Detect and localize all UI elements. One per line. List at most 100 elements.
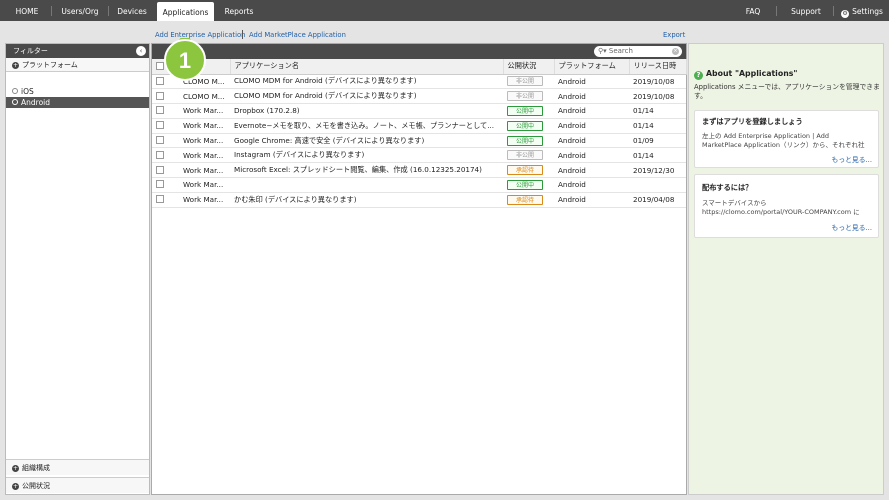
app-name-cell: Instagram (デバイスにより異なります)	[230, 147, 503, 164]
org-structure-label: 組織構成	[22, 464, 50, 472]
search-input[interactable]: ⚲▾ Search ×	[594, 46, 682, 57]
platform-item-ios[interactable]: iOS	[6, 86, 149, 97]
nav-reports[interactable]: Reports	[219, 0, 259, 21]
expand-icon: +	[12, 62, 19, 69]
platform-cell: Android	[554, 118, 629, 134]
row-checkbox[interactable]	[156, 121, 164, 130]
export-link[interactable]: Export	[663, 31, 685, 39]
add-marketplace-application-link[interactable]: Add MarketPlace Application	[249, 31, 346, 39]
platform-cell: Android	[554, 88, 629, 105]
platform-item-android[interactable]: Android	[6, 97, 149, 108]
card-text: https://clomo.com/portal/YOUR-COMPANY.co…	[702, 208, 860, 216]
status-badge: 公開中	[507, 179, 543, 190]
status-cell: 公開中	[503, 177, 554, 193]
info-panel: ? About "Applications" Applications メニューで…	[688, 43, 884, 495]
callout-number: 1	[179, 48, 191, 73]
app-name-cell: かむ朱印 (デバイスにより異なります)	[230, 192, 503, 208]
table-row[interactable]: Work Mar... Instagram (デバイスにより異なります) 非公開 An…	[152, 147, 686, 164]
nav-separator	[108, 6, 109, 16]
card-title: まずはアプリを登録しましょう	[702, 117, 803, 126]
publish-status-section[interactable]: + 公開状況	[6, 477, 149, 493]
app-name-cell: Google Chrome: 高速で安全 (デバイスにより異なります)	[230, 133, 503, 149]
nav-separator	[833, 6, 834, 16]
row-checkbox-cell	[152, 177, 179, 193]
table-row[interactable]: Work Mar... Evernote−メモを取り、メモを書き込み。ノート、メモ…	[152, 118, 686, 134]
platform-cell: Android	[554, 162, 629, 179]
nav-faq[interactable]: FAQ	[738, 0, 768, 21]
search-placeholder: Search	[608, 47, 633, 55]
column-header-status[interactable]: 公開状況	[503, 59, 555, 75]
status-cell: 非公開	[503, 74, 554, 90]
status-badge: 非公開	[507, 76, 543, 87]
platform-section[interactable]: + プラットフォーム	[6, 58, 149, 72]
step-callout: 1	[164, 38, 206, 81]
more-link[interactable]: もっと見る...	[832, 154, 872, 164]
column-header-platform[interactable]: プラットフォーム	[554, 59, 630, 75]
app-type-cell: Work Mar...	[179, 118, 230, 134]
publish-status-label: 公開状況	[22, 482, 50, 490]
nav-users-org[interactable]: Users/Org	[54, 0, 106, 21]
card-text: スマートデバイスから	[702, 199, 767, 207]
table-row[interactable]: Work Mar... かむ朱印 (デバイスにより異なります) 承認待 Android…	[152, 192, 686, 208]
status-cell: 承認待	[503, 162, 554, 179]
filter-title: フィルター	[13, 47, 48, 55]
platform-cell: Android	[554, 177, 629, 193]
platform-cell: Android	[554, 192, 629, 208]
table-row[interactable]: Work Mar... 公開中 Android	[152, 177, 686, 193]
platform-section-label: プラットフォーム	[22, 61, 78, 69]
app-name-cell: Dropbox (170.2.8)	[230, 103, 503, 119]
row-checkbox-cell	[152, 147, 179, 164]
nav-devices[interactable]: Devices	[111, 0, 153, 21]
status-badge: 非公開	[507, 91, 543, 102]
info-title: ? About "Applications"	[694, 69, 797, 80]
row-checkbox[interactable]	[156, 180, 164, 189]
row-checkbox[interactable]	[156, 106, 164, 115]
help-icon: ?	[694, 71, 703, 80]
collapse-left-icon[interactable]: ‹	[136, 46, 146, 56]
status-cell: 公開中	[503, 103, 554, 119]
app-name-cell: Microsoft Excel: スプレッドシート閲覧、編集、作成 (16.0.…	[230, 162, 503, 179]
table-row[interactable]: CLOMO M... CLOMO MDM for Android (デバイスにより…	[152, 88, 686, 105]
app-type-cell: CLOMO M...	[179, 88, 230, 105]
nav-settings[interactable]: ⚙ Settings	[840, 0, 884, 21]
nav-home[interactable]: HOME	[6, 0, 48, 21]
info-card-distribute: 配布するには？ スマートデバイスから https://clomo.com/por…	[694, 174, 879, 238]
nav-separator	[776, 6, 777, 16]
clear-icon[interactable]: ×	[672, 48, 679, 55]
release-date-cell: 2019/04/08	[629, 192, 686, 208]
release-date-cell: 2019/10/08	[629, 88, 686, 105]
row-checkbox[interactable]	[156, 136, 164, 145]
row-checkbox[interactable]	[156, 150, 164, 159]
nav-support[interactable]: Support	[786, 0, 826, 21]
platform-cell: Android	[554, 147, 629, 164]
release-date-cell: 01/14	[629, 103, 686, 119]
column-header-name[interactable]: アプリケーション名	[230, 59, 504, 75]
more-link[interactable]: もっと見る...	[832, 222, 872, 232]
nav-settings-label: Settings	[852, 7, 883, 16]
table-row[interactable]: Work Mar... Microsoft Excel: スプレッドシート閲覧、編…	[152, 162, 686, 179]
filter-header: フィルター ‹	[6, 44, 149, 58]
org-structure-section[interactable]: + 組織構成	[6, 459, 149, 475]
app-type-cell: Work Mar...	[179, 177, 230, 193]
table-row[interactable]: Work Mar... Google Chrome: 高速で安全 (デバイスにより…	[152, 133, 686, 149]
nav-applications[interactable]: Applications	[157, 2, 214, 21]
status-badge: 公開中	[507, 120, 543, 131]
app-name-cell	[230, 177, 503, 193]
row-checkbox[interactable]	[156, 195, 164, 204]
column-header-release-date[interactable]: リリース日時	[629, 59, 687, 75]
platform-cell: Android	[554, 74, 629, 90]
release-date-cell: 01/14	[629, 118, 686, 134]
top-nav: HOME Users/Org Devices Applications Repo…	[0, 0, 889, 21]
table-row[interactable]: Work Mar... Dropbox (170.2.8) 公開中 Android 01…	[152, 103, 686, 119]
row-checkbox[interactable]	[156, 165, 164, 174]
row-checkbox-cell	[152, 192, 179, 208]
release-date-cell: 2019/12/30	[629, 162, 686, 179]
table-row[interactable]: CLOMO M... CLOMO MDM for Android (デバイスにより…	[152, 74, 686, 90]
row-checkbox[interactable]	[156, 91, 164, 100]
expand-icon: +	[12, 483, 19, 490]
gear-icon: ⚙	[841, 10, 850, 18]
status-cell: 公開中	[503, 118, 554, 134]
row-checkbox-cell	[152, 103, 179, 119]
card-text: MarketPlace Application（リンク）から、それぞれ社	[702, 141, 865, 149]
